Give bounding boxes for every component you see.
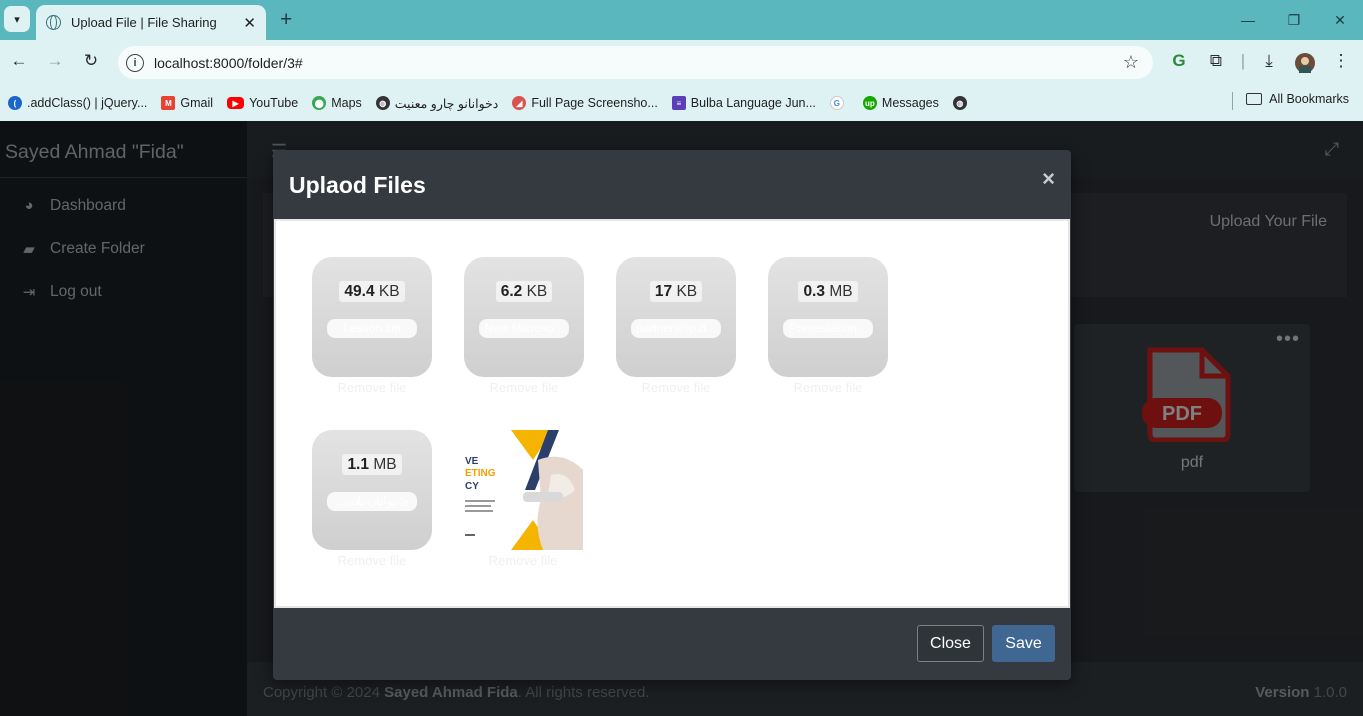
avatar[interactable] — [1294, 53, 1316, 78]
remove-file-link[interactable]: Remove file — [768, 380, 888, 395]
modal-footer: Close Save — [273, 608, 1071, 680]
bookmark-bulba[interactable]: ≡ Bulba Language Jun... — [671, 96, 816, 110]
file-size: 17 KB — [616, 281, 736, 302]
globe-icon: ◍ — [375, 96, 390, 110]
url-text: localhost:8000/folder/3# — [154, 54, 303, 71]
bookmarks-bar: ( .addClass() | jQuery... M Gmail ▶ YouT… — [0, 85, 1363, 121]
bookmark-messages[interactable]: up Messages — [862, 96, 939, 110]
file-name: Presentation... — [783, 319, 873, 338]
extensions-icon[interactable]: ⧉ — [1205, 51, 1227, 71]
new-tab-button[interactable]: + — [280, 8, 292, 32]
remove-file-link[interactable]: Remove file — [464, 380, 584, 395]
remove-file-link[interactable]: Remove file — [312, 380, 432, 395]
minimize-button[interactable]: — — [1225, 0, 1271, 40]
file-size: 1.1 MB — [312, 454, 432, 475]
site-info-icon[interactable]: i — [126, 53, 144, 72]
browser-tab[interactable]: Upload File | File Sharing ✕ — [36, 5, 266, 40]
bookmark-google[interactable]: G — [829, 96, 849, 110]
thumbnail-text: ETING — [465, 468, 496, 479]
globe-icon — [46, 15, 61, 30]
bookmark-jquery[interactable]: ( .addClass() | jQuery... — [8, 96, 147, 110]
bookmark-globe[interactable]: ◍ — [952, 96, 972, 110]
file-size: 6.2 KB — [464, 281, 584, 302]
thumbnail-text: CY — [465, 481, 479, 492]
browser-tab-strip: ▾ Upload File | File Sharing ✕ + — ❐ ✕ — [0, 0, 1363, 40]
bookmark-label: Full Page Screensho... — [531, 96, 658, 110]
maps-icon: ⬤ — [312, 96, 327, 110]
youtube-icon: ▶ — [227, 97, 245, 109]
file-preview: 1.1 MB ...ئ پوانان پلان Remove file — [312, 430, 432, 568]
file-name: ...ئ پوانان پلان — [327, 492, 417, 511]
address-bar[interactable]: i localhost:8000/folder/3# ☆ — [118, 46, 1153, 79]
forward-icon[interactable]: → — [44, 51, 66, 71]
all-bookmarks-label: All Bookmarks — [1269, 92, 1349, 106]
bookmark-dictionary[interactable]: ◍ دخوانانو چارو معنیت — [375, 96, 499, 111]
browser-toolbar: ← → ↻ i localhost:8000/folder/3# ☆ G ⧉ |… — [0, 40, 1363, 85]
bookmark-label: دخوانانو چارو معنیت — [394, 96, 499, 111]
tab-title: Upload File | File Sharing — [71, 15, 217, 30]
upwork-icon: up — [862, 96, 877, 110]
modal-title: Uplaod Files — [289, 172, 426, 198]
tab-search-button[interactable]: ▾ — [4, 6, 30, 32]
browser-menu-icon[interactable]: ⋮ — [1330, 51, 1352, 71]
marketing-image: VE ETING CY — [463, 430, 583, 550]
download-icon[interactable]: ⤓ — [1258, 51, 1280, 71]
remove-file-link[interactable]: Remove file — [463, 553, 583, 568]
close-button[interactable]: Close — [917, 625, 984, 662]
bookmark-label: Messages — [881, 96, 939, 110]
google-icon: G — [829, 96, 844, 110]
remove-file-link[interactable]: Remove file — [616, 380, 736, 395]
file-preview: 49.4 KB Lesson.zip Remove file — [312, 257, 432, 395]
file-preview: 0.3 MB Presentation... Remove file — [768, 257, 888, 395]
save-button[interactable]: Save — [992, 625, 1055, 662]
file-size: 49.4 KB — [312, 281, 432, 302]
folder-icon — [1246, 93, 1263, 105]
globe-icon: ◍ — [952, 96, 967, 110]
bookmark-label: Gmail — [180, 96, 214, 110]
gmail-icon: M — [161, 96, 176, 110]
jquery-icon: ( — [8, 96, 22, 110]
file-name: Lesson.zip — [327, 319, 417, 338]
remove-file-link[interactable]: Remove file — [312, 553, 432, 568]
dropzone[interactable]: 49.4 KB Lesson.zip Remove file 6.2 KB Ne… — [274, 219, 1070, 608]
screenshot-icon: ◢ — [512, 96, 527, 110]
image-thumbnail: VE ETING CY — [463, 430, 583, 550]
window-close-button[interactable]: ✕ — [1317, 0, 1363, 40]
grammarly-icon[interactable]: G — [1168, 51, 1190, 71]
back-icon[interactable]: ← — [8, 51, 30, 71]
bookmark-label: Bulba Language Jun... — [690, 96, 816, 110]
bookmark-label: .addClass() | jQuery... — [27, 96, 148, 110]
bookmark-youtube[interactable]: ▶ YouTube — [227, 96, 298, 110]
restore-button[interactable]: ❐ — [1271, 0, 1317, 40]
file-size: 0.3 MB — [768, 281, 888, 302]
modal-close-icon[interactable]: × — [1042, 166, 1055, 192]
bookmark-label: YouTube — [249, 96, 299, 110]
file-name: partnership.d... — [631, 319, 721, 338]
toolbar-divider: | — [1240, 51, 1246, 70]
close-tab-icon[interactable]: ✕ — [243, 14, 256, 32]
all-bookmarks-button[interactable]: All Bookmarks — [1246, 92, 1349, 106]
file-name: New Microso... — [479, 319, 569, 338]
bookmark-maps[interactable]: ⬤ Maps — [312, 96, 362, 110]
bookmark-star-icon[interactable]: ☆ — [1123, 52, 1139, 73]
reload-icon[interactable]: ↻ — [80, 51, 102, 71]
file-preview: 17 KB partnership.d... Remove file — [616, 257, 736, 395]
upload-modal: Uplaod Files × 49.4 KB Lesson.zip Remove… — [273, 150, 1071, 680]
list-icon: ≡ — [671, 96, 686, 110]
file-preview: 6.2 KB New Microso... Remove file — [464, 257, 584, 395]
bookmarks-divider — [1232, 92, 1233, 110]
bookmark-label: Maps — [331, 96, 362, 110]
thumbnail-text: VE — [465, 456, 479, 467]
bookmark-screenshot[interactable]: ◢ Full Page Screensho... — [512, 96, 658, 110]
bookmark-gmail[interactable]: M Gmail — [161, 96, 213, 110]
